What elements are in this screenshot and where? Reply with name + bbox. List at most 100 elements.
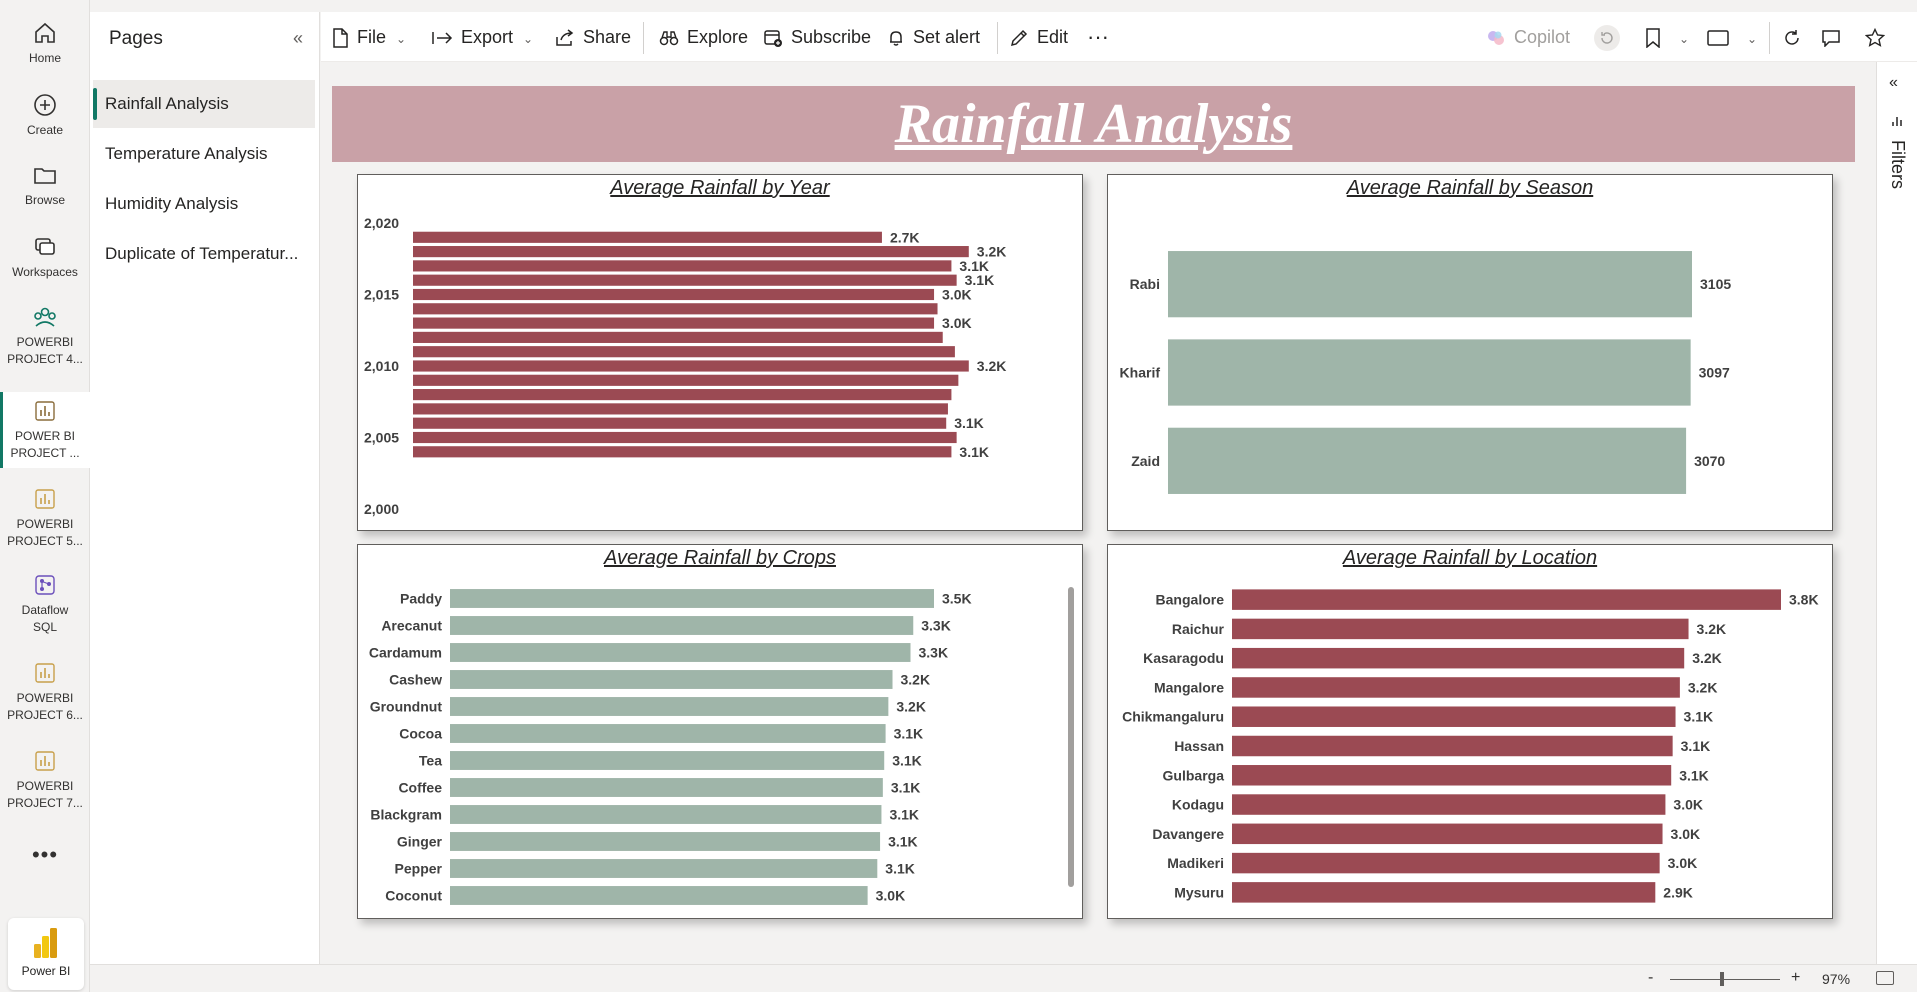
chevron-down-icon: ⌄ — [396, 32, 407, 46]
data-label: 2.9K — [1663, 884, 1693, 900]
bar[interactable] — [413, 231, 882, 243]
reset-button[interactable] — [1593, 12, 1629, 62]
data-label: 3.2K — [901, 672, 931, 688]
set-alert-button[interactable]: Set alert — [887, 12, 980, 62]
page-item-temperature-analysis[interactable]: Temperature Analysis — [93, 130, 315, 178]
chart-card-crops[interactable]: Average Rainfall by Crops Paddy 3.5K Areca… — [357, 544, 1083, 919]
rail-item-power-bi-project[interactable]: POWER BI PROJECT ... — [0, 392, 90, 468]
bar[interactable] — [1168, 427, 1687, 494]
export-menu-button[interactable]: Export ⌄ — [431, 12, 533, 62]
bar[interactable] — [1232, 589, 1781, 610]
rail-item-dataflow-sql[interactable]: Dataflow SQL — [0, 572, 90, 638]
bar[interactable] — [450, 805, 882, 824]
bookmark-icon — [1646, 28, 1660, 49]
favorite-button[interactable] — [1864, 12, 1893, 62]
bar[interactable] — [413, 446, 952, 458]
rail-item-label: POWERBI PROJECT 5... — [7, 517, 83, 548]
zoom-out-button[interactable]: - — [1648, 969, 1653, 987]
bar[interactable] — [413, 403, 948, 415]
file-menu-button[interactable]: File ⌄ — [331, 12, 406, 62]
copilot-button[interactable]: Copilot — [1486, 12, 1570, 62]
view-button[interactable]: ⌄ — [1707, 12, 1757, 62]
zoom-slider-thumb[interactable] — [1720, 972, 1724, 986]
bar[interactable] — [413, 417, 947, 429]
bar[interactable] — [450, 697, 889, 716]
bar[interactable] — [1168, 251, 1692, 318]
zoom-in-button[interactable]: + — [1791, 969, 1800, 987]
bar[interactable] — [413, 260, 952, 272]
dataflow-icon — [35, 575, 55, 595]
bar[interactable] — [450, 778, 883, 797]
zoom-slider-track[interactable] — [1670, 979, 1780, 980]
bar[interactable] — [413, 274, 957, 286]
rail-item-powerbi-project-6[interactable]: POWERBI PROJECT 6... — [0, 660, 90, 726]
bar[interactable] — [413, 288, 935, 301]
rail-item-browse[interactable]: Browse — [0, 162, 90, 214]
bar[interactable] — [450, 670, 893, 689]
more-options-button[interactable]: ··· — [1087, 12, 1109, 62]
bar[interactable] — [1232, 618, 1689, 640]
bar[interactable] — [450, 616, 914, 635]
category-label: Davangere — [1152, 826, 1224, 842]
bookmark-button[interactable]: ⌄ — [1645, 12, 1689, 62]
chart-card-season[interactable]: Average Rainfall by Season Rabi 3105 Khari… — [1107, 174, 1833, 531]
power-bi-brand[interactable]: Power BI — [8, 918, 84, 990]
scrollbar-thumb[interactable] — [1068, 587, 1074, 887]
plus-circle-icon — [34, 94, 56, 116]
rail-item-workspaces[interactable]: Workspaces — [0, 234, 90, 286]
file-label: File — [357, 27, 387, 47]
bar[interactable] — [1232, 852, 1660, 874]
rail-item-powerbi-project-4[interactable]: POWERBI PROJECT 4... — [0, 304, 90, 374]
chart-scrollbar[interactable] — [1068, 587, 1074, 887]
page-item-humidity-analysis[interactable]: Humidity Analysis — [93, 180, 315, 228]
bar[interactable] — [450, 589, 934, 608]
page-item-rainfall-analysis[interactable]: Rainfall Analysis — [93, 80, 315, 128]
bar[interactable] — [413, 374, 959, 386]
bar[interactable] — [413, 346, 955, 358]
bar[interactable] — [450, 643, 911, 662]
bar[interactable] — [1232, 735, 1673, 757]
rail-item-powerbi-project-7[interactable]: POWERBI PROJECT 7... — [0, 748, 90, 814]
bar[interactable] — [450, 724, 886, 743]
explore-button[interactable]: Explore — [659, 12, 748, 62]
bar[interactable] — [450, 751, 885, 770]
rail-item-create[interactable]: Create — [0, 92, 90, 144]
bar[interactable] — [450, 832, 881, 851]
bar[interactable] — [450, 886, 868, 905]
subscribe-button[interactable]: Subscribe — [763, 12, 871, 62]
share-button[interactable]: Share — [555, 12, 631, 62]
bar[interactable] — [450, 859, 878, 878]
bar[interactable] — [413, 431, 957, 444]
report-title: Rainfall Analysis — [894, 93, 1293, 155]
bar[interactable] — [413, 303, 938, 315]
bar[interactable] — [413, 246, 969, 258]
comment-button[interactable] — [1821, 12, 1849, 62]
data-label: 3.1K — [1681, 738, 1711, 754]
chart-card-location[interactable]: Average Rainfall by Location Bangalore 3.… — [1107, 544, 1833, 919]
bar[interactable] — [1232, 882, 1656, 903]
more-apps-button[interactable]: ••• — [0, 842, 90, 868]
refresh-button[interactable] — [1783, 12, 1809, 62]
bar[interactable] — [413, 317, 935, 329]
bar[interactable] — [1232, 794, 1666, 815]
bar[interactable] — [1232, 647, 1685, 669]
edit-button[interactable]: Edit — [1009, 12, 1068, 62]
chart-card-year[interactable]: Average Rainfall by Year 2,020 2,015 2,010… — [357, 174, 1083, 531]
bar[interactable] — [413, 360, 969, 372]
collapse-pages-icon[interactable]: « — [293, 28, 303, 49]
rail-item-home[interactable]: Home — [0, 20, 90, 72]
bar[interactable] — [413, 389, 952, 401]
fit-to-page-icon[interactable] — [1876, 971, 1894, 985]
rail-item-powerbi-project-5[interactable]: POWERBI PROJECT 5... — [0, 486, 90, 552]
bar[interactable] — [1232, 677, 1680, 698]
bar[interactable] — [1232, 765, 1672, 786]
bar[interactable] — [413, 331, 943, 343]
bar[interactable] — [1232, 706, 1676, 727]
page-item-duplicate-of-temperature[interactable]: Duplicate of Temperatur... — [93, 230, 315, 278]
rail-item-label: POWERBI PROJECT 4... — [7, 335, 83, 366]
bar[interactable] — [1232, 823, 1663, 845]
data-label: 3.0K — [876, 888, 906, 904]
expand-filters-icon[interactable]: « — [1889, 74, 1898, 92]
bar[interactable] — [1168, 339, 1691, 406]
filters-pane[interactable]: « Filters — [1876, 62, 1917, 964]
